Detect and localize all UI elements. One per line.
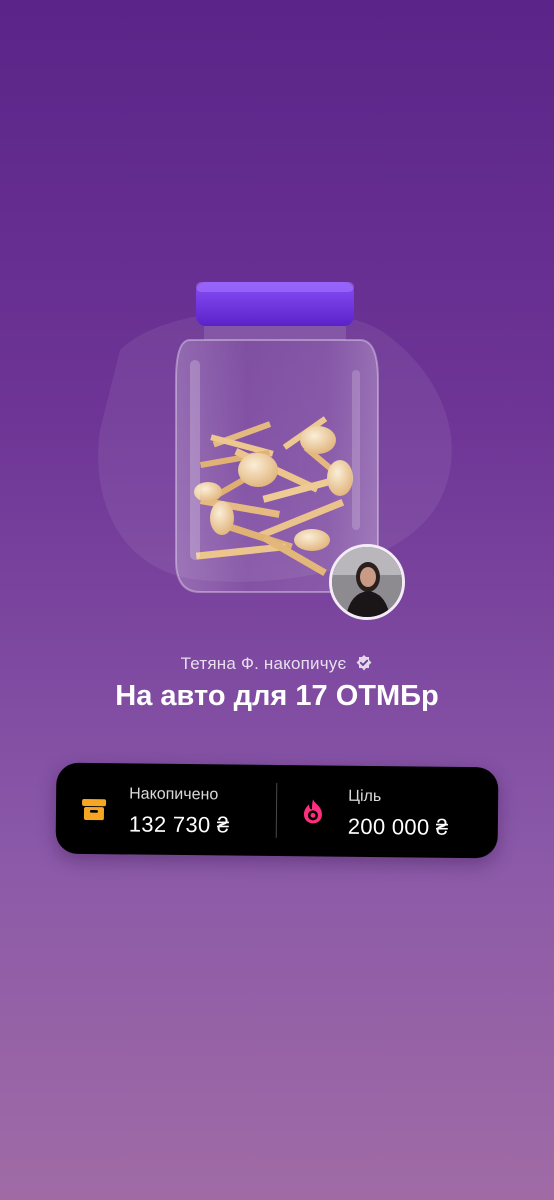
jar-svg xyxy=(98,282,452,593)
stats-card: Накопичено 132 730 ₴ Ціль 200 000 ₴ xyxy=(55,762,499,859)
saved-label: Накопичено xyxy=(129,785,219,804)
flame-target-icon xyxy=(303,799,322,824)
saved-stat: Накопичено 132 730 ₴ xyxy=(56,763,277,856)
archive-box-icon xyxy=(82,798,107,821)
jar-title: На авто для 17 ОТМБр xyxy=(115,680,439,712)
jar-illustration xyxy=(0,260,554,640)
goal-label: Ціль xyxy=(348,787,382,806)
goal-stat: Ціль 200 000 ₴ xyxy=(277,765,499,858)
owner-avatar xyxy=(329,544,405,620)
avatar-photo xyxy=(332,547,402,617)
owner-line-text: Тетяна Ф. накопичує xyxy=(180,654,347,673)
owner-line: Тетяна Ф. накопичує xyxy=(0,654,554,674)
saved-value: 132 730 ₴ xyxy=(128,811,230,838)
goal-value: 200 000 ₴ xyxy=(347,813,449,840)
verified-badge-icon xyxy=(356,655,372,671)
